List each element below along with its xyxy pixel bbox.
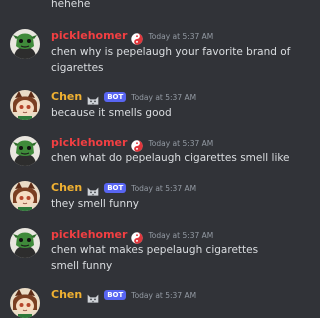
timestamp: Today at 5:37 AM xyxy=(131,183,197,193)
avatar-chen[interactable] xyxy=(10,90,40,120)
timestamp: Today at 5:37 AM xyxy=(148,138,214,148)
avatar-picklehomer[interactable] xyxy=(10,136,40,166)
yin-yang-icon xyxy=(131,137,143,149)
yin-yang-icon xyxy=(131,229,143,241)
bot-tag: BOT xyxy=(104,183,127,193)
message-text: smell funny xyxy=(51,260,113,272)
message-header: picklehomer Today at 5:37 AM xyxy=(51,228,213,242)
message-text: cigarettes xyxy=(51,62,104,74)
message-header: picklehomer Today at 5:37 AM xyxy=(51,29,213,43)
message-header: Chen BOT Today at 5:37 AM xyxy=(51,181,196,195)
yin-yang-icon xyxy=(131,30,143,42)
username[interactable]: Chen xyxy=(51,90,82,104)
message-text: because it smells good xyxy=(51,107,172,119)
avatar-chen[interactable] xyxy=(10,181,40,211)
username[interactable]: picklehomer xyxy=(51,29,127,43)
message-text: hehehe xyxy=(51,0,91,10)
message-text: chen why is pepelaugh your favorite bran… xyxy=(51,46,291,58)
username[interactable]: picklehomer xyxy=(51,228,127,242)
bot-tag: BOT xyxy=(104,92,127,102)
timestamp: Today at 5:37 AM xyxy=(131,92,197,102)
cat-face-icon xyxy=(86,289,100,301)
message-text: they smell funny xyxy=(51,198,139,210)
timestamp: Today at 5:37 AM xyxy=(148,31,214,41)
cat-face-icon xyxy=(86,91,100,103)
username[interactable]: picklehomer xyxy=(51,136,127,150)
bot-tag: BOT xyxy=(104,290,127,300)
cat-face-icon xyxy=(86,182,100,194)
message-text: chen what makes pepelaugh cigarettes xyxy=(51,244,259,256)
avatar-picklehomer[interactable] xyxy=(10,228,40,258)
timestamp: Today at 5:37 AM xyxy=(131,290,197,300)
timestamp: Today at 5:37 AM xyxy=(148,230,214,240)
username[interactable]: Chen xyxy=(51,181,82,195)
avatar-picklehomer[interactable] xyxy=(10,29,40,59)
message-header: Chen BOT Today at 5:37 AM xyxy=(51,90,196,104)
avatar-chen[interactable] xyxy=(10,288,40,318)
message-header: picklehomer Today at 5:37 AM xyxy=(51,136,213,150)
message-text: chen what do pepelaugh cigarettes smell … xyxy=(51,152,290,164)
chat-messages: hehehe picklehomer Today at 5:37 AM chen… xyxy=(0,0,300,300)
